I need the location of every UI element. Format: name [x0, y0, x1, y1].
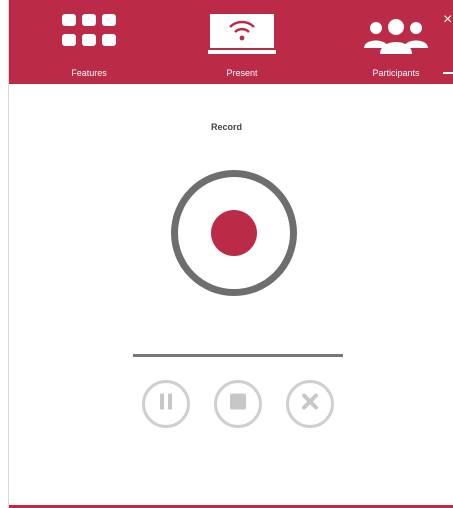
people-icon [364, 18, 428, 61]
nav-features-label: Features [71, 68, 107, 78]
stop-button[interactable] [214, 380, 262, 428]
stop-icon [230, 393, 246, 415]
nav-features[interactable]: Features [34, 0, 144, 84]
cancel-button[interactable] [286, 380, 334, 428]
grid-icon [62, 14, 116, 55]
close-button[interactable]: × [443, 12, 452, 28]
nav-present[interactable]: Present [187, 0, 297, 84]
recording-progress-bar [133, 354, 343, 357]
screen-share-icon [208, 12, 276, 63]
nav-participants[interactable]: Participants [341, 0, 451, 84]
record-title: Record [210, 122, 242, 132]
pause-button[interactable] [142, 380, 190, 428]
record-dot-icon [211, 210, 257, 256]
nav-participants-label: Participants [372, 68, 420, 78]
cancel-icon [302, 393, 318, 415]
top-navigation-bar: Features Present Participants × [9, 0, 453, 84]
pause-icon [159, 393, 173, 415]
nav-present-label: Present [226, 68, 258, 78]
minimize-button[interactable] [443, 72, 453, 74]
record-button[interactable] [171, 170, 297, 296]
